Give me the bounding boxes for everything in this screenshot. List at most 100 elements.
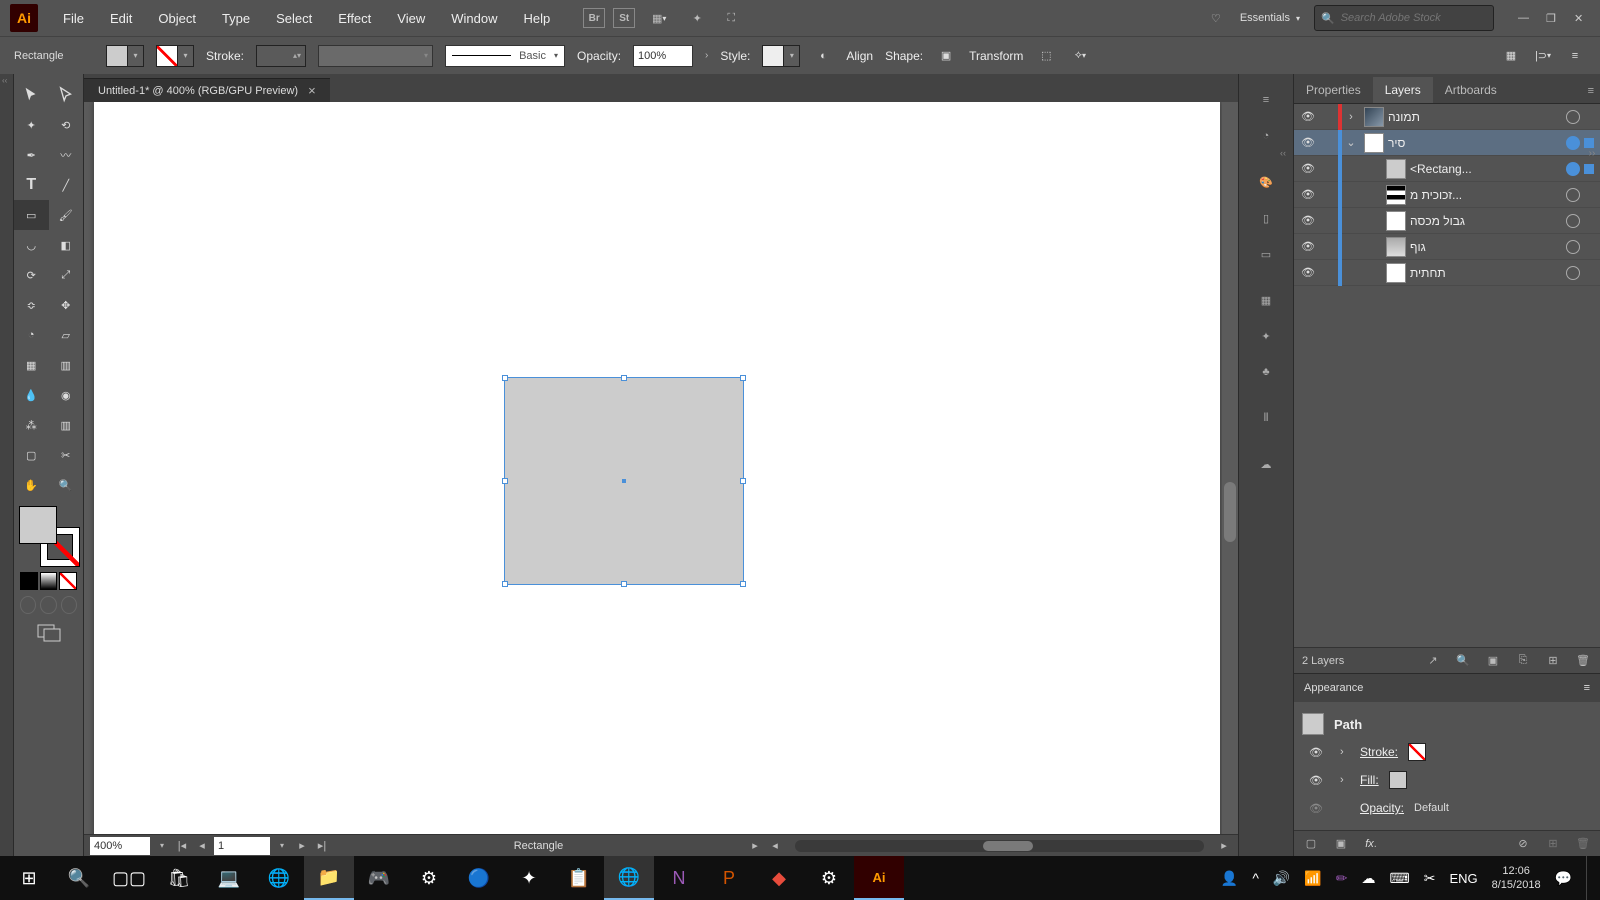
appearance-stroke-label[interactable]: Stroke: (1360, 745, 1398, 759)
shaper-tool[interactable]: ◡ (14, 230, 49, 260)
paintbrush-tool[interactable]: 🖌 (49, 200, 84, 230)
pen-tool[interactable]: ✒ (14, 140, 49, 170)
target-icon[interactable] (1566, 188, 1580, 202)
layer-name[interactable]: זכוכית מ... (1410, 188, 1562, 202)
stroke-swatch[interactable]: ▾ (156, 45, 194, 67)
color-mode-none[interactable] (59, 572, 77, 590)
appearance-fill-label[interactable]: Fill: (1360, 773, 1379, 787)
layer-name[interactable]: תמונה (1388, 110, 1562, 124)
layer-row[interactable]: 👁גבול מכסה (1294, 208, 1600, 234)
symbol-sprayer-tool[interactable]: ⁂ (14, 410, 49, 440)
tab-artboards[interactable]: Artboards (1433, 77, 1509, 103)
transparency-panel-icon[interactable]: ♣ (1250, 356, 1282, 388)
visibility-toggle[interactable]: 👁 (1294, 240, 1322, 253)
slice-tool[interactable]: ✂ (49, 440, 84, 470)
adobe-cc-icon[interactable]: ◆ (754, 856, 804, 900)
transform-label[interactable]: Transform (969, 49, 1023, 63)
fill-color[interactable] (19, 506, 57, 544)
stroke-weight-input[interactable]: ▴▾ (256, 45, 306, 67)
explorer-icon[interactable]: 📁 (304, 856, 354, 900)
opacity-input[interactable]: 100% (633, 45, 693, 67)
fill-swatch[interactable] (1389, 771, 1407, 789)
bridge-icon[interactable]: Br (583, 8, 605, 28)
target-icon[interactable] (1566, 240, 1580, 254)
horizontal-scrollbar[interactable] (795, 840, 1204, 852)
line-tool[interactable]: ╱ (49, 170, 84, 200)
duplicate-item-icon[interactable]: ⊞ (1544, 837, 1562, 850)
dock-collapse-arrows[interactable]: ‹‹ (1280, 148, 1294, 162)
draw-behind[interactable] (40, 596, 56, 614)
discord-icon[interactable]: 🎮 (354, 856, 404, 900)
artboard-dropdown[interactable]: ▾ (274, 841, 290, 850)
artboard-tool[interactable]: ▢ (14, 440, 49, 470)
menu-effect[interactable]: Effect (325, 0, 384, 36)
search-button[interactable]: 🔍 (54, 856, 104, 900)
snap-icon[interactable]: |⊃▾ (1532, 45, 1554, 67)
workspace-switcher[interactable]: Essentials▾ (1240, 12, 1300, 24)
menu-window[interactable]: Window (438, 0, 510, 36)
steam-icon[interactable]: ⚙ (804, 856, 854, 900)
panel-menu-button[interactable]: ≡ (1582, 79, 1600, 103)
volume-icon[interactable]: 🔊 (1273, 870, 1290, 887)
layer-row[interactable]: 👁 ⌄ סיר (1294, 130, 1600, 156)
chrome-icon[interactable]: 🌐 (604, 856, 654, 900)
magic-wand-tool[interactable]: ✦ (14, 110, 49, 140)
app-icon[interactable]: ✦ (504, 856, 554, 900)
fill-stroke-control[interactable] (19, 506, 79, 566)
visibility-toggle[interactable]: 👁 (1294, 136, 1322, 149)
document-tab[interactable]: Untitled-1* @ 400% (RGB/GPU Preview) × (84, 78, 330, 102)
visibility-toggle[interactable]: 👁 (1302, 774, 1330, 787)
layer-row[interactable]: 👁זכוכית מ... (1294, 182, 1600, 208)
appearance-opacity-label[interactable]: Opacity: (1360, 801, 1404, 815)
arrange-docs-icon[interactable]: ▦ ▾ (649, 8, 669, 28)
gradient-tool[interactable]: ▥ (49, 350, 84, 380)
lasso-tool[interactable]: ⟲ (49, 110, 84, 140)
visibility-toggle[interactable]: 👁 (1302, 746, 1330, 759)
opacity-flyout[interactable]: › (705, 50, 708, 61)
layer-name[interactable]: תחתית (1410, 266, 1562, 280)
panel-menu-icon[interactable]: ≡ (1250, 84, 1282, 116)
layer-row[interactable]: 👁 תחתית (1294, 260, 1600, 286)
prev-artboard[interactable]: ◂ (194, 839, 210, 852)
expand-toggle[interactable]: ⌄ (1342, 136, 1360, 149)
scale-tool[interactable]: ⤢ (49, 260, 84, 290)
edit-similar-icon[interactable]: ⟡▾ (1069, 45, 1091, 67)
color-mode-gradient[interactable] (40, 572, 58, 590)
onenote-icon[interactable]: N (654, 856, 704, 900)
next-artboard[interactable]: ▸ (294, 839, 310, 852)
shape-builder-tool[interactable]: ◔ (14, 320, 49, 350)
direct-selection-tool[interactable] (49, 80, 84, 110)
draw-inside[interactable] (61, 596, 77, 614)
clock[interactable]: 12:068/15/2018 (1492, 864, 1541, 892)
zoom-tool[interactable]: 🔍 (49, 470, 84, 500)
app-icon[interactable]: 💻 (204, 856, 254, 900)
mesh-tool[interactable]: ▦ (14, 350, 49, 380)
target-icon[interactable] (1566, 214, 1580, 228)
locate-object-icon[interactable]: ↗ (1424, 654, 1442, 667)
fill-swatch[interactable]: ▾ (106, 45, 144, 67)
brushes-panel-icon[interactable]: ▯ (1250, 202, 1282, 234)
scroll-left[interactable]: ◂ (767, 839, 783, 852)
selection-tool[interactable] (14, 80, 49, 110)
rectangle-tool[interactable]: ▭ (14, 200, 49, 230)
status-flyout[interactable]: ▸ (747, 839, 763, 852)
new-layer-icon[interactable]: ⊞ (1544, 654, 1562, 667)
screen-icon[interactable]: ⛶ (721, 8, 741, 28)
brush-definition-select[interactable]: Basic▾ (445, 45, 565, 67)
visibility-toggle[interactable]: 👁 (1294, 266, 1322, 279)
graph-tool[interactable]: ▥ (49, 410, 84, 440)
menu-view[interactable]: View (384, 0, 438, 36)
restore-button[interactable]: ❐ (1546, 12, 1562, 24)
target-icon[interactable] (1566, 136, 1580, 150)
notifications-icon[interactable]: 💬 (1555, 870, 1572, 887)
layer-name[interactable]: סיר (1388, 136, 1562, 150)
gpu-icon[interactable]: ✦ (687, 8, 707, 28)
menu-select[interactable]: Select (263, 0, 325, 36)
stock-icon[interactable]: St (613, 8, 635, 28)
right-dock-collapse[interactable]: ›› (1584, 148, 1600, 162)
ctrlbar-menu-icon[interactable]: ≡ (1564, 45, 1586, 67)
layer-row[interactable]: 👁גוף (1294, 234, 1600, 260)
zoom-dropdown[interactable]: ▾ (154, 841, 170, 850)
left-dock-collapse[interactable] (0, 74, 14, 856)
libraries-panel-icon[interactable]: ☁ (1250, 448, 1282, 480)
